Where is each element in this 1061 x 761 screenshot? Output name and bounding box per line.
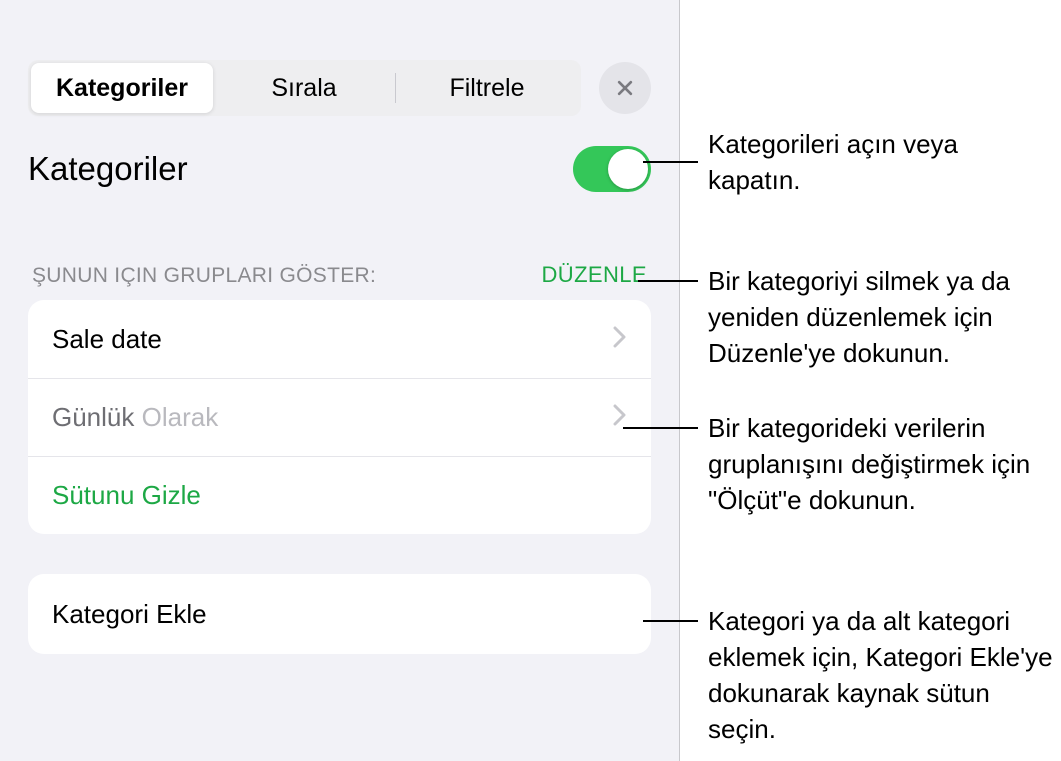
row-grouping-by[interactable]: Günlük Olarak	[28, 378, 651, 456]
title-row: Kategoriler	[0, 116, 679, 192]
segmented-control: Kategoriler Sırala Filtrele	[28, 60, 581, 116]
tab-sort[interactable]: Sırala	[213, 63, 395, 113]
row-sale-date[interactable]: Sale date	[28, 300, 651, 378]
callout-leader-line	[643, 161, 698, 163]
tab-label: Kategoriler	[56, 74, 188, 103]
callout-toggle: Kategorileri açın veya kapatın.	[708, 127, 1038, 199]
row-add-category[interactable]: Kategori Ekle	[28, 574, 651, 654]
section-header: ŞUNUN IÇIN GRUPLARI GÖSTER: DÜZENLE	[0, 192, 679, 300]
callout-leader-line	[638, 280, 698, 282]
row-label: Kategori Ekle	[52, 599, 207, 630]
category-settings-group: Sale date Günlük Olarak Sütunu Gizle	[28, 300, 651, 534]
row-label: Sütunu Gizle	[52, 480, 201, 511]
callout-text: Bir kategoriyi silmek ya da yeniden düze…	[708, 266, 1010, 368]
callout-leader-line	[643, 620, 698, 622]
add-category-group: Kategori Ekle	[28, 574, 651, 654]
chevron-right-icon	[613, 324, 627, 355]
tab-label: Filtrele	[449, 74, 524, 103]
section-label: ŞUNUN IÇIN GRUPLARI GÖSTER:	[32, 264, 376, 288]
callout-leader-line	[623, 427, 698, 429]
tab-categories[interactable]: Kategoriler	[31, 63, 213, 113]
tab-label: Sırala	[271, 74, 336, 103]
close-icon	[615, 78, 635, 98]
callout-text: Bir kategorideki verilerin gruplanışını …	[708, 413, 1030, 515]
callout-text: Kategori ya da alt kategori eklemek için…	[708, 606, 1053, 744]
row-hide-column[interactable]: Sütunu Gizle	[28, 456, 651, 534]
toggle-knob	[608, 149, 648, 189]
callout-edit: Bir kategoriyi silmek ya da yeniden düze…	[708, 264, 1048, 372]
categories-panel: Kategoriler Sırala Filtrele Kategoriler …	[0, 0, 680, 761]
callout-text: Kategorileri açın veya kapatın.	[708, 129, 958, 195]
categories-toggle[interactable]	[573, 146, 651, 192]
toolbar: Kategoriler Sırala Filtrele	[0, 0, 679, 116]
callout-grouping: Bir kategorideki verilerin gruplanışını …	[708, 411, 1048, 519]
tab-filter[interactable]: Filtrele	[396, 63, 578, 113]
panel-title: Kategoriler	[28, 150, 188, 188]
edit-button[interactable]: DÜZENLE	[542, 262, 648, 288]
close-button[interactable]	[599, 62, 651, 114]
callout-add-category: Kategori ya da alt kategori eklemek için…	[708, 604, 1053, 748]
row-label: Günlük Olarak	[52, 402, 218, 433]
row-label: Sale date	[52, 324, 162, 355]
